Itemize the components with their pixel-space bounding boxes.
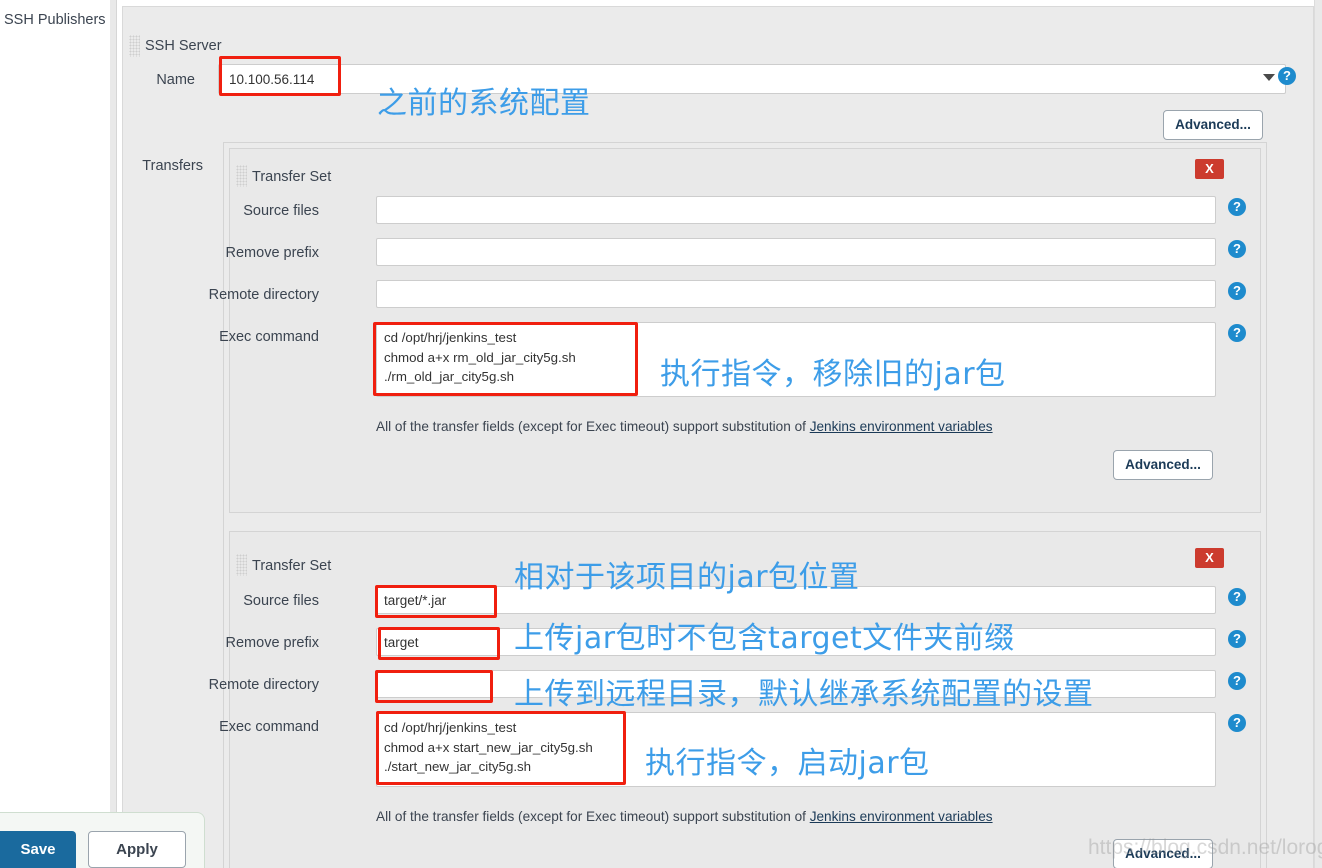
help-icon[interactable]: ? (1228, 630, 1246, 648)
remote-directory-input-1[interactable] (376, 280, 1216, 308)
drag-handle-icon[interactable] (236, 165, 247, 187)
transfer-set-2-title: Transfer Set (252, 558, 332, 574)
exec-command-label-2: Exec command (219, 719, 319, 735)
help-icon[interactable]: ? (1228, 324, 1246, 342)
apply-button[interactable]: Apply (88, 831, 186, 868)
remove-prefix-label-1: Remove prefix (225, 245, 319, 261)
transfer-set-1-advanced-button[interactable]: Advanced... (1113, 450, 1213, 480)
transfer-set-1-title: Transfer Set (252, 169, 332, 185)
jenkins-env-variables-link-2[interactable]: Jenkins environment variables (810, 809, 993, 824)
helper-text-2: All of the transfer fields (except for E… (376, 809, 993, 824)
annotation-system-config: 之前的系统配置 (377, 86, 591, 121)
help-icon[interactable]: ? (1228, 714, 1246, 732)
remote-directory-label-2: Remote directory (208, 677, 319, 693)
delete-transfer-set-1-button[interactable]: X (1195, 159, 1224, 179)
source-files-label-2: Source files (243, 593, 319, 609)
sidebar: SSH Publishers (0, 0, 110, 868)
drag-handle-icon[interactable] (236, 554, 247, 576)
help-icon[interactable]: ? (1228, 588, 1246, 606)
helper-text-prefix-1: All of the transfer fields (except for E… (376, 419, 810, 434)
help-icon[interactable]: ? (1278, 67, 1296, 85)
annotation-jar-location: 相对于该项目的jar包位置 (514, 560, 860, 595)
sidebar-item-ssh-publishers[interactable]: SSH Publishers (4, 12, 106, 28)
annotation-exec-remove-jar: 执行指令，移除旧的jar包 (660, 357, 1006, 392)
app-root: SSH Publishers SSH Server Name ? Advance… (0, 0, 1322, 868)
annotation-remote-directory-default: 上传到远程目录，默认继承系统配置的设置 (514, 677, 1094, 712)
help-icon[interactable]: ? (1228, 198, 1246, 216)
remove-prefix-label-2: Remove prefix (225, 635, 319, 651)
transfers-label: Transfers (142, 158, 203, 174)
page-scrollbar[interactable] (1314, 0, 1322, 868)
server-advanced-button[interactable]: Advanced... (1163, 110, 1263, 140)
ssh-server-title: SSH Server (145, 38, 222, 54)
source-files-input-1[interactable] (376, 196, 1216, 224)
name-label: Name (156, 72, 195, 88)
annotation-remove-target-prefix: 上传jar包时不包含target文件夹前缀 (514, 621, 1015, 656)
jenkins-env-variables-link-1[interactable]: Jenkins environment variables (810, 419, 993, 434)
help-icon[interactable]: ? (1228, 672, 1246, 690)
remote-directory-label-1: Remote directory (208, 287, 319, 303)
save-button[interactable]: Save (0, 831, 76, 868)
annotation-exec-start-jar: 执行指令，启动jar包 (645, 746, 930, 781)
help-icon[interactable]: ? (1228, 282, 1246, 300)
delete-transfer-set-2-button[interactable]: X (1195, 548, 1224, 568)
chevron-down-icon (1263, 74, 1275, 81)
ssh-server-name-input[interactable] (222, 65, 377, 93)
exec-command-label-1: Exec command (219, 329, 319, 345)
panel-left-gutter (110, 0, 117, 868)
transfer-set-2-advanced-button[interactable]: Advanced... (1113, 839, 1213, 868)
drag-handle-icon[interactable] (129, 35, 140, 57)
help-icon[interactable]: ? (1228, 240, 1246, 258)
source-files-label-1: Source files (243, 203, 319, 219)
remove-prefix-input-1[interactable] (376, 238, 1216, 266)
helper-text-1: All of the transfer fields (except for E… (376, 419, 993, 434)
helper-text-prefix-2: All of the transfer fields (except for E… (376, 809, 810, 824)
